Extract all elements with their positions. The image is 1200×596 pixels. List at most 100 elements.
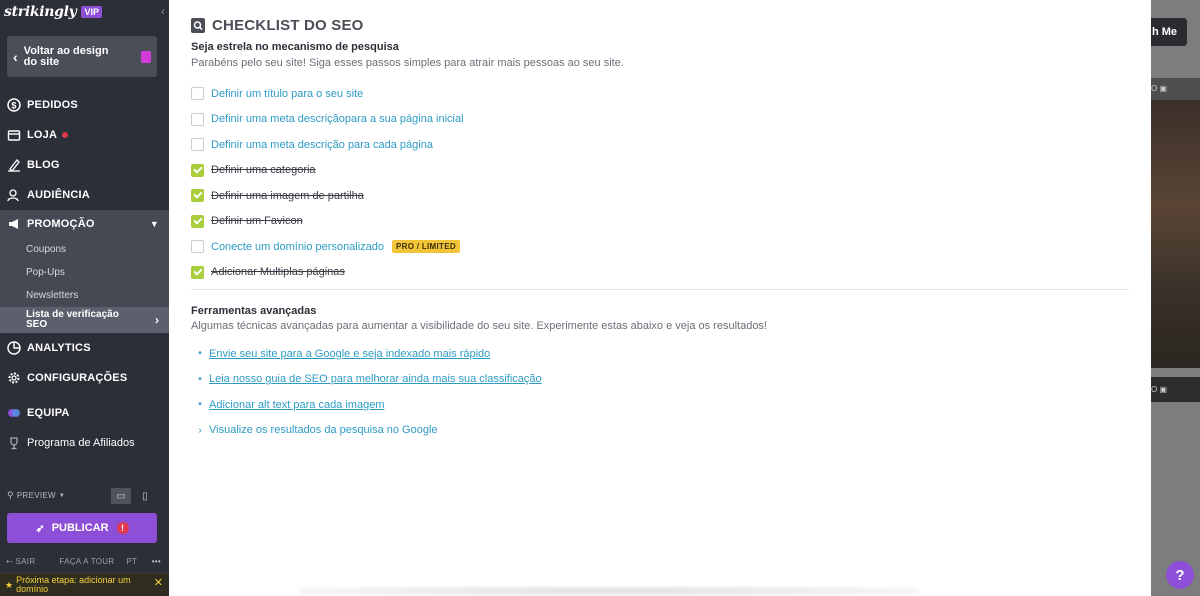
mobile-icon[interactable]: ▯ — [135, 488, 155, 504]
sidebar-item-label: PEDIDOS — [27, 99, 78, 111]
checkbox-checked[interactable] — [191, 163, 204, 177]
seo-checklist-panel: CHECKLIST DO SEO Seja estrela no mecanis… — [169, 0, 1151, 596]
tool-link[interactable]: • Leia nosso guia de SEO para melhorar a… — [191, 367, 542, 393]
sidebar-item-label: ANALYTICS — [27, 342, 91, 354]
seo-checklist: Definir um título para o seu site Defini… — [191, 81, 464, 285]
checkbox-checked[interactable] — [191, 265, 204, 279]
checklist-label[interactable]: Definir uma meta descrição para cada pág… — [211, 139, 433, 151]
tool-link-text[interactable]: Envie seu site para a Google e seja inde… — [209, 348, 490, 360]
tool-link[interactable]: • Envie seu site para a Google e seja in… — [191, 341, 542, 367]
tool-link-text[interactable]: Leia nosso guia de SEO para melhorar ain… — [209, 373, 542, 385]
sidebar-item-label: CONFIGURAÇÕES — [27, 372, 128, 384]
megaphone-icon — [9, 219, 18, 229]
bullet: • — [198, 348, 202, 360]
checklist-item[interactable]: Conecte um domínio personalizado PRO / L… — [191, 234, 464, 260]
toolbar-text: O — [1151, 84, 1158, 93]
site-preview-background: h Me O ▣ O ▣ — [1151, 0, 1200, 596]
more-options-icon[interactable]: ••• — [152, 557, 161, 566]
chevron-right-icon: › — [198, 424, 202, 436]
sidebar-item-configuracoes[interactable]: CONFIGURAÇÕES — [0, 363, 169, 393]
section-heading: Seja estrela no mecanismo de pesquisa — [191, 41, 399, 53]
checklist-label[interactable]: Conecte um domínio personalizado — [211, 241, 384, 253]
sidebar-item-label: PROMOÇÃO — [27, 218, 95, 230]
checklist-label[interactable]: Definir um título para o seu site — [211, 88, 363, 100]
tour-link[interactable]: FAÇA A TOUR — [59, 557, 114, 566]
sidebar-item-equipa[interactable]: EQUIPA — [0, 398, 169, 428]
checklist-item[interactable]: Definir uma meta descriçãopara a sua pág… — [191, 107, 464, 133]
bullet: • — [198, 373, 202, 385]
publish-label: PUBLICAR — [51, 522, 109, 534]
language-selector[interactable]: PT — [126, 557, 137, 566]
rocket-icon: ➶ — [35, 522, 45, 535]
close-icon[interactable]: ✕ — [154, 578, 163, 589]
submenu-item-coupons[interactable]: Coupons — [0, 238, 169, 261]
desktop-icon[interactable]: ▭ — [111, 488, 131, 504]
sidebar-item-audiencia[interactable]: AUDIÊNCIA — [0, 180, 169, 210]
panel-shadow — [299, 586, 919, 596]
sidebar: strikingly VIP ‹ ‹ Voltar ao design do s… — [0, 0, 169, 596]
sidebar-item-blog[interactable]: BLOG — [0, 150, 169, 180]
checklist-label[interactable]: Definir uma imagem de partilha — [211, 190, 364, 202]
help-button[interactable]: ? — [1166, 561, 1194, 589]
tool-link-text[interactable]: Adicionar alt text para cada imagem — [209, 399, 384, 411]
notification-dot — [62, 132, 69, 138]
checklist-label[interactable]: Definir uma meta descriçãopara a sua pág… — [211, 113, 464, 125]
sidebar-item-afiliados[interactable]: Programa de Afiliados — [0, 428, 169, 458]
checklist-item[interactable]: Definir um título para o seu site — [191, 81, 464, 107]
sidebar-item-pedidos[interactable]: $ PEDIDOS — [0, 90, 169, 120]
next-step-banner[interactable]: ★ Próxima etapa: adicionar um domínio ✕ — [0, 573, 169, 596]
checklist-item[interactable]: Definir uma categoria — [191, 158, 464, 184]
checkbox[interactable] — [191, 112, 204, 126]
toolbar-text: O — [1151, 385, 1158, 394]
checklist-label[interactable]: Adicionar Multiplas páginas — [211, 266, 345, 278]
preview-dropdown[interactable]: ⚲ PREVIEW ▼ — [7, 490, 65, 501]
chevron-left-icon: ‹ — [13, 48, 18, 65]
chevron-right-icon: › — [155, 313, 159, 327]
back-to-design-label: Voltar ao design do site — [23, 44, 109, 68]
checkbox[interactable] — [191, 87, 204, 101]
tool-link[interactable]: • Adicionar alt text para cada imagem — [191, 392, 542, 418]
submenu-item-popups[interactable]: Pop-Ups — [0, 261, 169, 284]
sidebar-nav: $ PEDIDOS LOJA BLOG AUDIÊNCIA PROMOÇÃO ▼… — [0, 90, 169, 458]
store-icon — [7, 130, 21, 141]
checkbox[interactable] — [191, 240, 204, 254]
section-heading: Ferramentas avançadas — [191, 305, 317, 317]
checkbox[interactable] — [191, 138, 204, 152]
exit-label: SAIR — [15, 557, 36, 566]
exit-link[interactable]: ⇠ SAIR — [6, 557, 47, 566]
checklist-item[interactable]: Definir uma meta descrição para cada pág… — [191, 132, 464, 158]
team-icon — [8, 409, 20, 417]
tool-link-text[interactable]: Visualize os resultados da pesquisa no G… — [209, 424, 438, 436]
page-title: CHECKLIST DO SEO — [191, 17, 364, 34]
sidebar-item-label: BLOG — [27, 159, 60, 171]
divider — [191, 289, 1129, 290]
checklist-label[interactable]: Definir um Favicon — [211, 215, 303, 227]
submenu-item-newsletters[interactable]: Newsletters — [0, 284, 169, 307]
site-cta-button[interactable]: h Me — [1151, 18, 1187, 46]
checklist-item[interactable]: Definir uma imagem de partilha — [191, 183, 464, 209]
chevron-down-icon: ▼ — [58, 492, 66, 499]
analytics-icon — [7, 341, 21, 355]
sidebar-item-promocao[interactable]: PROMOÇÃO ▼ — [0, 210, 169, 238]
preview-label: PREVIEW — [16, 491, 56, 500]
back-to-design-button[interactable]: ‹ Voltar ao design do site — [7, 36, 157, 77]
publish-button[interactable]: ➶ PUBLICAR ! — [7, 513, 157, 543]
checkbox-checked[interactable] — [191, 214, 204, 228]
section-toolbar: O ▣ — [1151, 78, 1200, 100]
trophy-icon — [10, 437, 18, 450]
google-preview-toggle[interactable]: › Visualize os resultados da pesquisa no… — [191, 418, 542, 444]
sidebar-item-loja[interactable]: LOJA — [0, 120, 169, 150]
submenu-item-seo-checklist[interactable]: Lista de verificação SEO › — [0, 307, 169, 333]
checklist-item[interactable]: Adicionar Multiplas páginas — [191, 260, 464, 286]
checklist-label[interactable]: Definir uma categoria — [211, 164, 316, 176]
checkbox-checked[interactable] — [191, 189, 204, 203]
checklist-item[interactable]: Definir um Favicon — [191, 209, 464, 235]
next-step-text: Próxima etapa: adicionar um domínio — [16, 575, 131, 594]
collapse-sidebar-icon[interactable]: ‹ — [161, 4, 165, 18]
palette-icon — [141, 50, 151, 63]
sidebar-item-analytics[interactable]: ANALYTICS — [0, 333, 169, 363]
section-description: Parabéns pelo seu site! Siga esses passo… — [191, 57, 624, 69]
strikingly-logo[interactable]: strikingly — [4, 4, 77, 20]
page-title-text: CHECKLIST DO SEO — [212, 17, 364, 34]
device-switcher: ▭ ▯ — [111, 488, 155, 504]
